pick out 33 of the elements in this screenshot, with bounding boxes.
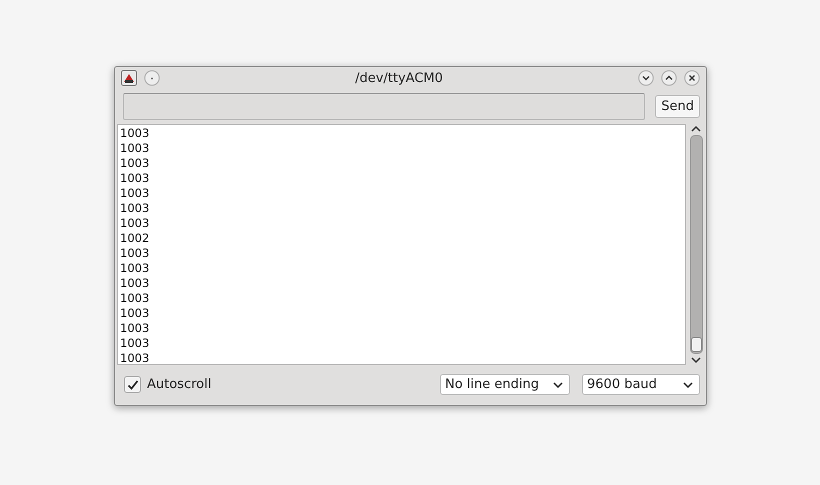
output-line: 1002 — [120, 231, 150, 246]
output-line: 1003 — [120, 246, 150, 261]
scrollbar-track[interactable] — [690, 135, 702, 354]
output-line: 1003 — [120, 321, 150, 336]
app-icon[interactable] — [121, 70, 137, 86]
output-line: 1003 — [120, 336, 150, 351]
caret-icon — [553, 382, 563, 388]
scroll-up-icon[interactable] — [690, 125, 702, 133]
checkbox[interactable] — [124, 376, 141, 393]
output-line: 1003 — [120, 186, 150, 201]
scrollbar-thumb[interactable] — [690, 337, 702, 352]
output-line: 1003 — [120, 156, 150, 171]
output-line: 1003 — [120, 351, 150, 364]
output-line: 1003 — [120, 291, 150, 306]
window-title: /dev/ttyACM0 — [354, 70, 444, 86]
output-line: 1003 — [120, 276, 150, 291]
send-button[interactable]: Send — [655, 95, 700, 118]
output-line: 1003 — [120, 261, 150, 276]
output-line: 1003 — [120, 141, 150, 156]
baud-dropdown[interactable]: 9600 baud — [582, 374, 700, 395]
close-button[interactable] — [684, 70, 700, 86]
output-line: 1003 — [120, 126, 150, 141]
maximize-button[interactable] — [661, 70, 677, 86]
output-line: 1003 — [120, 171, 150, 186]
line-ending-dropdown[interactable]: No line ending — [440, 374, 570, 395]
caret-icon — [683, 382, 693, 388]
output-line: 1003 — [120, 306, 150, 321]
minimize-button[interactable] — [638, 70, 654, 86]
checkbox-label: Autoscroll — [147, 377, 212, 392]
scroll-down-icon[interactable] — [690, 356, 702, 364]
output-line: 1003 — [120, 201, 150, 216]
input-field[interactable] — [123, 93, 646, 120]
output-line: 1003 — [120, 216, 150, 231]
